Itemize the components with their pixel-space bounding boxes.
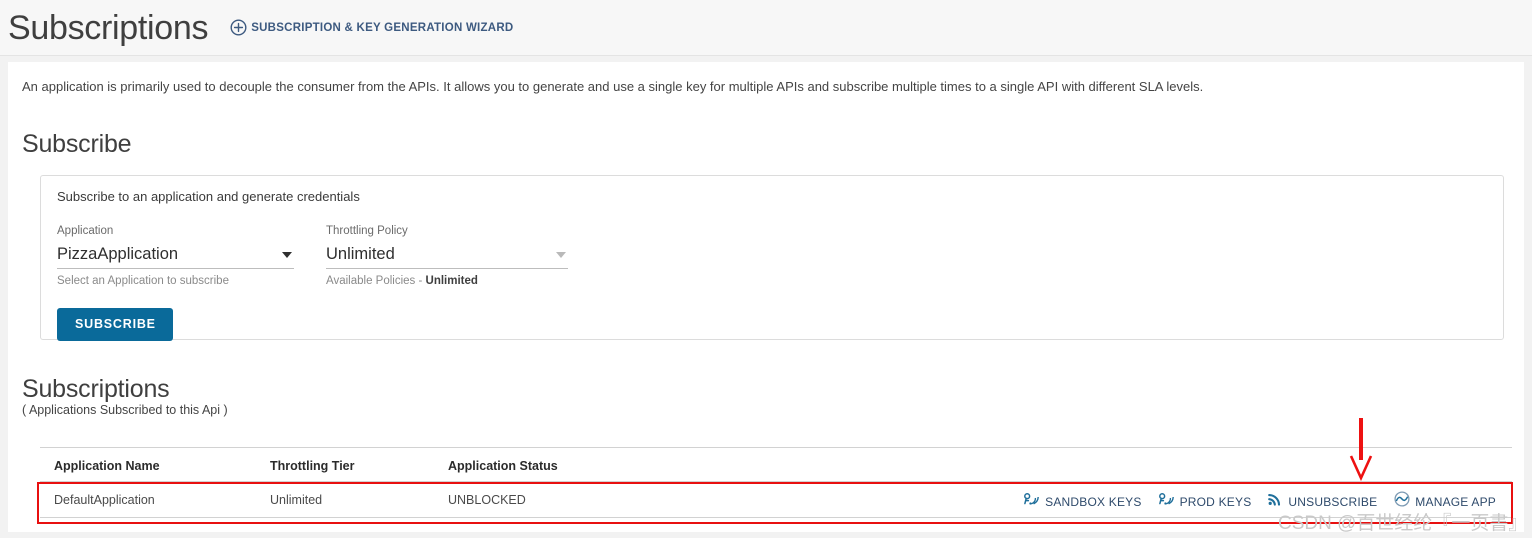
throttling-policy-field-group: Throttling Policy Unlimited Available Po… xyxy=(326,225,568,288)
application-field-label: Application xyxy=(57,225,114,237)
application-select-value: PizzaApplication xyxy=(57,244,179,263)
chevron-down-icon xyxy=(282,251,292,258)
cell-application-status: UNBLOCKED xyxy=(448,493,526,507)
column-header-throttling-tier: Throttling Tier xyxy=(270,459,355,473)
intro-description: An application is primarily used to deco… xyxy=(22,79,1204,94)
application-field-group: Application PizzaApplication Select an A… xyxy=(57,225,294,287)
prod-keys-label: PROD KEYS xyxy=(1179,494,1252,509)
content-sheet: An application is primarily used to deco… xyxy=(8,62,1524,532)
subscribe-section-heading: Subscribe xyxy=(22,130,132,158)
subscriptions-section-heading: Subscriptions xyxy=(22,375,170,403)
sandbox-keys-button[interactable]: SANDBOX KEYS xyxy=(1024,492,1141,511)
throttling-policy-field-hint: Available Policies - Unlimited xyxy=(326,274,568,288)
key-wireless-icon xyxy=(1024,492,1040,511)
page-header: Subscriptions SUBSCRIPTION & KEY GENERAT… xyxy=(0,0,1532,56)
unsubscribe-button[interactable]: UNSUBSCRIBE xyxy=(1268,492,1377,511)
column-header-application-status: Application Status xyxy=(448,459,558,473)
manage-app-label: MANAGE APP xyxy=(1415,494,1496,509)
application-select[interactable]: PizzaApplication xyxy=(57,244,294,269)
rss-signal-icon xyxy=(1268,492,1283,511)
sandbox-keys-label: SANDBOX KEYS xyxy=(1045,494,1142,509)
throttling-policy-select[interactable]: Unlimited xyxy=(326,244,568,269)
policy-hint-value: Unlimited xyxy=(425,274,478,287)
application-field-hint: Select an Application to subscribe xyxy=(57,274,229,287)
prod-keys-button[interactable]: PROD KEYS xyxy=(1158,492,1252,511)
throttling-policy-select-value: Unlimited xyxy=(326,244,395,263)
circle-wave-icon xyxy=(1394,491,1410,512)
wizard-link-label: SUBSCRIPTION & KEY GENERATION WIZARD xyxy=(251,21,514,34)
column-header-application-name: Application Name xyxy=(54,459,160,473)
plus-circle-icon xyxy=(230,19,247,36)
subscribe-card: Subscribe to an application and generate… xyxy=(40,175,1504,341)
subscribe-button[interactable]: SUBSCRIBE xyxy=(57,308,173,341)
key-wireless-icon xyxy=(1158,492,1175,511)
table-bottom-divider xyxy=(40,517,1512,518)
row-action-group: SANDBOX KEYS PROD KEYS UNSUBSCRIBE MANAG… xyxy=(1024,491,1496,512)
table-row: DefaultApplication Unlimited UNBLOCKED S… xyxy=(40,482,1512,517)
policy-hint-prefix: Available Policies - xyxy=(326,274,426,287)
throttling-policy-field-label: Throttling Policy xyxy=(326,225,408,237)
manage-app-button[interactable]: MANAGE APP xyxy=(1394,491,1496,512)
subscriptions-section-caption: ( Applications Subscribed to this Api ) xyxy=(22,403,228,417)
table-header-row: Application Name Throttling Tier Applica… xyxy=(40,448,1512,481)
subscribe-card-caption: Subscribe to an application and generate… xyxy=(57,189,360,204)
page-title: Subscriptions xyxy=(8,8,209,47)
cell-throttling-tier: Unlimited xyxy=(270,493,323,507)
chevron-down-icon xyxy=(556,251,566,258)
cell-application-name: DefaultApplication xyxy=(54,493,155,507)
subscription-key-generation-wizard-link[interactable]: SUBSCRIPTION & KEY GENERATION WIZARD xyxy=(230,19,513,36)
unsubscribe-label: UNSUBSCRIBE xyxy=(1288,494,1378,509)
